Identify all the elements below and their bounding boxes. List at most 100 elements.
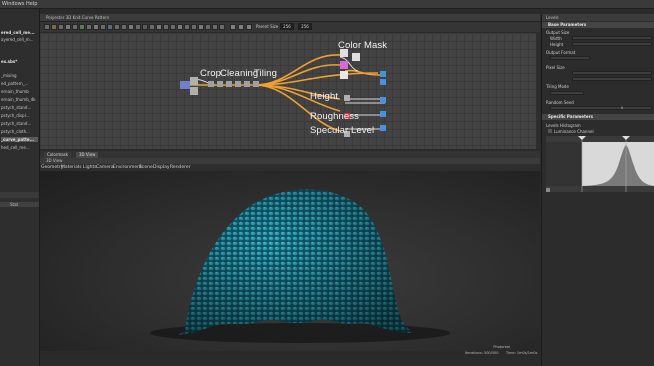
levels-histogram[interactable] bbox=[546, 136, 654, 192]
explorer-item[interactable]: _mixing bbox=[1, 73, 38, 78]
menu-help[interactable]: Help bbox=[26, 1, 37, 7]
panel-title: Levels bbox=[546, 15, 559, 20]
node-label-crop: Crop bbox=[200, 68, 221, 79]
graph-node bbox=[344, 95, 350, 101]
random-seed-value: 0 bbox=[621, 106, 624, 110]
node-graph bbox=[180, 49, 386, 137]
toolbar-button[interactable] bbox=[100, 24, 106, 30]
random-seed-label: Random Seed bbox=[546, 100, 574, 105]
toolbar-button[interactable] bbox=[114, 24, 120, 30]
menu-windows[interactable]: Windows bbox=[2, 1, 24, 7]
explorer-item[interactable]: hed_cell_me... bbox=[1, 145, 38, 150]
graph-node bbox=[352, 53, 360, 61]
graph-node bbox=[226, 81, 232, 87]
explorer-item[interactable]: es.sbs* bbox=[1, 59, 38, 64]
left-lower-tab[interactable]: Stat bbox=[0, 202, 39, 207]
toolbar-button[interactable] bbox=[191, 24, 197, 30]
base-parameters-header[interactable]: Base Parameters bbox=[542, 22, 654, 28]
toolbar-button[interactable] bbox=[79, 24, 85, 30]
render-mode: Photoreal bbox=[493, 345, 510, 349]
view-menu-environment[interactable]: Environment bbox=[113, 165, 142, 170]
toolbar-button[interactable] bbox=[107, 24, 113, 30]
explorer-panel: ered_cell_me... ayered_cell_m... es.sbs*… bbox=[0, 9, 40, 366]
height-label: Height bbox=[550, 42, 564, 47]
view-menu-lights[interactable]: Lights bbox=[83, 165, 97, 170]
view-menu-scene[interactable]: Scene bbox=[139, 165, 153, 170]
graph-node bbox=[380, 79, 386, 85]
toolbar-button[interactable] bbox=[184, 24, 190, 30]
toolbar-button[interactable] bbox=[205, 24, 211, 30]
toolbar-button[interactable] bbox=[212, 24, 218, 30]
toolbar-button[interactable] bbox=[72, 24, 78, 30]
toolbar-button[interactable] bbox=[121, 24, 127, 30]
base-parameters-label: Base Parameters bbox=[548, 22, 587, 27]
toolbar-button[interactable] bbox=[58, 24, 64, 30]
view-menubar: Geometry Materials Lights Camera Environ… bbox=[40, 164, 540, 171]
toolbar-button[interactable] bbox=[51, 24, 57, 30]
graph-node bbox=[217, 81, 223, 87]
tiling-mode-dropdown[interactable] bbox=[550, 91, 584, 95]
channel-checkbox[interactable] bbox=[548, 129, 552, 133]
explorer-item[interactable]: pstych_displ... bbox=[1, 113, 38, 118]
toolbar-button[interactable] bbox=[142, 24, 148, 30]
specific-parameters-label: Specific Parameters bbox=[548, 114, 593, 119]
graph-node bbox=[235, 81, 241, 87]
iterations-readout: Iterations: 500/500 bbox=[465, 351, 499, 355]
graph-node bbox=[340, 71, 348, 79]
histogram-left-clip bbox=[546, 142, 582, 186]
view-menu-renderer[interactable]: Renderer bbox=[170, 165, 191, 170]
graph-node bbox=[340, 61, 348, 69]
toolbar-button[interactable] bbox=[219, 24, 225, 30]
toolbar-button[interactable] bbox=[93, 24, 99, 30]
node-label-height: Height bbox=[310, 91, 339, 102]
graph-canvas[interactable]: Crop Cleaning Tiling Color Mask Height R… bbox=[40, 33, 540, 149]
view-menu-materials[interactable]: Materials bbox=[61, 165, 82, 170]
levels-histogram-label: Levels Histogram bbox=[546, 123, 581, 128]
toolbar-button[interactable] bbox=[86, 24, 92, 30]
explorer-item[interactable]: ayered_cell_m... bbox=[1, 37, 38, 42]
toolbar-button[interactable] bbox=[238, 24, 244, 30]
properties-panel: Levels Base Parameters Output Size Width… bbox=[541, 14, 654, 366]
view-menu-camera[interactable]: Camera bbox=[96, 165, 114, 170]
toolbar-button[interactable] bbox=[230, 24, 236, 30]
toolbar-button[interactable] bbox=[246, 24, 252, 30]
pixel-height-slider[interactable] bbox=[572, 77, 652, 81]
toolbar-button[interactable] bbox=[177, 24, 183, 30]
toolbar-button[interactable] bbox=[149, 24, 155, 30]
cloth-shading bbox=[178, 189, 412, 335]
graph-node bbox=[190, 87, 198, 95]
explorer-item[interactable]: pstych_stand... bbox=[1, 121, 38, 126]
3d-viewport[interactable] bbox=[40, 171, 540, 351]
graph-node bbox=[208, 81, 214, 87]
random-seed-slider[interactable]: 0 bbox=[550, 106, 652, 110]
toolbar-button[interactable] bbox=[198, 24, 204, 30]
toolbar-button[interactable] bbox=[170, 24, 176, 30]
explorer-item-selected[interactable]: _curve_patte... bbox=[1, 137, 38, 142]
node-label-color-mask: Color Mask bbox=[338, 40, 388, 51]
explorer-item[interactable]: ed_pattern_... bbox=[1, 81, 38, 86]
explorer-item[interactable]: ernain_thumb bbox=[1, 89, 38, 94]
toolbar-button[interactable] bbox=[156, 24, 162, 30]
size-dropdown-a[interactable]: 256 bbox=[280, 23, 294, 30]
view-menu-display[interactable]: Display bbox=[153, 165, 170, 170]
explorer-item[interactable]: ernain_thumb_4k bbox=[1, 97, 38, 102]
graph-scrollbar[interactable] bbox=[536, 33, 540, 149]
toolbar-button[interactable] bbox=[44, 24, 50, 30]
pixel-width-slider[interactable] bbox=[572, 71, 652, 75]
specific-parameters-header[interactable]: Specific Parameters bbox=[542, 114, 654, 120]
width-slider[interactable] bbox=[572, 36, 652, 40]
explorer-item[interactable]: pstych_cloth... bbox=[1, 129, 38, 134]
toolbar-button[interactable] bbox=[135, 24, 141, 30]
size-dropdown-b[interactable]: 256 bbox=[298, 23, 312, 30]
cloth-render bbox=[150, 189, 450, 343]
width-label: Width bbox=[550, 36, 562, 41]
graph-node bbox=[253, 81, 259, 87]
toolbar-button[interactable] bbox=[128, 24, 134, 30]
height-slider[interactable] bbox=[572, 42, 652, 46]
node-label-tiling: Tiling bbox=[254, 68, 277, 79]
toolbar-button[interactable] bbox=[65, 24, 71, 30]
explorer-item[interactable]: ered_cell_me... bbox=[1, 30, 38, 35]
explorer-item[interactable]: pstych_stand... bbox=[1, 105, 38, 110]
output-format-dropdown[interactable] bbox=[550, 56, 590, 60]
toolbar-button[interactable] bbox=[163, 24, 169, 30]
